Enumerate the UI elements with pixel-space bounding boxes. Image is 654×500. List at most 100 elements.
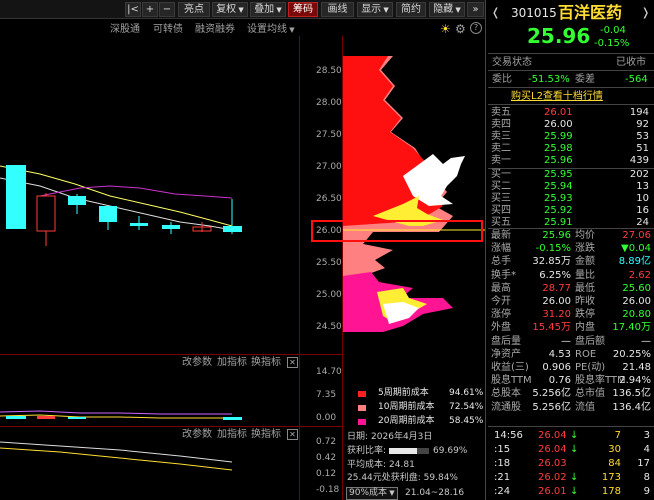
tick-arrow: ↓ bbox=[570, 472, 579, 483]
avg-cost-value: 24.81 bbox=[389, 460, 415, 470]
chouma-button[interactable]: 筹码 bbox=[288, 2, 318, 17]
zoom-in-button[interactable]: + bbox=[142, 2, 158, 17]
stat-value: — bbox=[641, 335, 651, 347]
stat-label: ROE bbox=[575, 348, 597, 360]
display-label: 显示 bbox=[361, 4, 382, 15]
nav-first-button[interactable]: |< bbox=[125, 2, 141, 17]
stat-value: 25.60 bbox=[622, 282, 651, 294]
stat-value: ▼0.04 bbox=[621, 243, 651, 255]
stat-value: 8.89亿 bbox=[618, 256, 651, 268]
tick-count: 4 bbox=[643, 444, 650, 455]
settings-icon[interactable]: ⚙ bbox=[455, 23, 466, 35]
stat-value: 6.25% bbox=[539, 269, 571, 281]
cost-legend-value: 94.61% bbox=[449, 388, 484, 398]
forward-icon[interactable]: ❭ bbox=[641, 7, 650, 18]
stat-label: 最新 bbox=[491, 230, 511, 241]
stat-label: 总市值 bbox=[575, 388, 605, 400]
indicator2-tick: 0.12 bbox=[316, 469, 337, 479]
cost-legend-label: 20周期前成本 bbox=[378, 416, 435, 426]
sun-icon[interactable]: ☀ bbox=[440, 23, 451, 35]
price-tick: 27.50 bbox=[316, 130, 342, 140]
tick-price: 26.03 bbox=[538, 458, 567, 469]
close-icon[interactable]: ✕ bbox=[287, 429, 298, 440]
display-button[interactable]: 显示 ▼ bbox=[357, 2, 393, 17]
jianyue-button[interactable]: 简约 bbox=[396, 2, 426, 17]
tick-arrow: ↓ bbox=[570, 444, 579, 455]
candle bbox=[6, 165, 26, 229]
stat-value: 28.77 bbox=[542, 282, 571, 294]
fuquan-button[interactable]: 复权 ▼ bbox=[212, 2, 248, 17]
highlight-button[interactable]: 亮点 bbox=[178, 2, 210, 17]
price-tick: 28.00 bbox=[316, 98, 342, 108]
close-icon[interactable]: ✕ bbox=[287, 357, 298, 368]
change-param-button-1[interactable]: 改参数 bbox=[182, 358, 212, 368]
stat-label: 昨收 bbox=[575, 296, 595, 307]
bid-label: 买四 bbox=[491, 205, 511, 216]
zoom-out-button[interactable]: − bbox=[159, 2, 175, 17]
tick-count: 9 bbox=[643, 486, 650, 497]
stat-value: 26.00 bbox=[542, 296, 571, 307]
indicator1-tick: 14.70 bbox=[316, 367, 342, 377]
stat-value: 15.45万 bbox=[532, 322, 571, 334]
stat-label: 内盘 bbox=[575, 322, 595, 334]
tab-set-ma[interactable]: 设置均线 ▼ bbox=[247, 25, 295, 35]
stat-label: 最高 bbox=[491, 282, 511, 294]
ind1-bar bbox=[6, 416, 26, 419]
bid-volume: 24 bbox=[636, 217, 649, 228]
fuquan-label: 复权 bbox=[216, 4, 237, 15]
change-param-button-2[interactable]: 改参数 bbox=[182, 430, 212, 440]
ask-label: 卖三 bbox=[491, 131, 511, 142]
panel-divider-2 bbox=[0, 426, 342, 427]
stat-value: 21.48 bbox=[622, 362, 651, 373]
stat-value: 31.20 bbox=[542, 309, 571, 321]
stat-label: 金额 bbox=[575, 256, 595, 268]
cost-select[interactable]: 90%成本 ▼ bbox=[346, 487, 398, 500]
weicha-label: 委差 bbox=[575, 74, 595, 85]
indicator1-tick: 0.00 bbox=[316, 413, 337, 423]
drawline-button[interactable]: 画线 bbox=[321, 2, 354, 17]
indicator1-chart bbox=[0, 410, 242, 420]
ind1-bar bbox=[223, 417, 242, 420]
tab-margin[interactable]: 融资融券 bbox=[195, 25, 235, 35]
help-icon[interactable]: ? bbox=[470, 22, 482, 34]
bid-price: 25.92 bbox=[544, 205, 573, 216]
chevron-down-icon: ▼ bbox=[381, 6, 389, 14]
price-tick: 25.50 bbox=[316, 258, 342, 268]
panel-divider-1 bbox=[0, 354, 342, 355]
stat-value: 20.80 bbox=[622, 309, 651, 321]
back-icon[interactable]: ❬ bbox=[491, 7, 500, 18]
overlay-button[interactable]: 叠加 ▼ bbox=[250, 2, 286, 17]
weibi-value: -51.53% bbox=[528, 74, 570, 85]
tick-count: 3 bbox=[643, 430, 650, 441]
chevron-down-icon: ▼ bbox=[274, 6, 282, 14]
price-tick: 24.50 bbox=[316, 322, 342, 332]
profit-ratio-bar bbox=[389, 447, 430, 454]
tab-shenguto[interactable]: 深股通 bbox=[110, 25, 140, 35]
price-tick: 27.00 bbox=[316, 162, 342, 172]
l2-link[interactable]: 购买L2查看十档行情 bbox=[511, 92, 603, 102]
tab-convertible[interactable]: 可转债 bbox=[153, 25, 183, 35]
add-indicator-button-1[interactable]: 加指标 bbox=[217, 358, 247, 368]
weibi-label: 委比 bbox=[492, 74, 512, 85]
switch-indicator-button-2[interactable]: 换指标 bbox=[251, 430, 281, 440]
ind2-line-white bbox=[0, 441, 233, 463]
tick-time: :24 bbox=[494, 486, 511, 497]
hide-button[interactable]: 隐藏 ▼ bbox=[429, 2, 465, 17]
stat-value: 17.40万 bbox=[612, 322, 651, 334]
bid-label: 买五 bbox=[491, 217, 511, 228]
profit-ratio-fill bbox=[389, 447, 417, 454]
ask-label: 卖五 bbox=[491, 107, 511, 118]
switch-indicator-button-1[interactable]: 换指标 bbox=[251, 358, 281, 368]
stat-value: 136.5亿 bbox=[612, 388, 651, 400]
quote-divider bbox=[488, 104, 654, 105]
overlay-label: 叠加 bbox=[254, 4, 275, 15]
status-value: 已收市 bbox=[616, 57, 646, 68]
price-change: -0.04 bbox=[600, 25, 626, 36]
add-indicator-button-2[interactable]: 加指标 bbox=[217, 430, 247, 440]
stat-value: 4.53 bbox=[548, 348, 571, 360]
stat-label: 跌停 bbox=[575, 309, 595, 321]
ask-volume: 194 bbox=[629, 107, 649, 118]
tick-volume: 7 bbox=[614, 430, 621, 441]
more-button[interactable]: » bbox=[467, 2, 484, 17]
ind1-bar bbox=[68, 417, 86, 419]
